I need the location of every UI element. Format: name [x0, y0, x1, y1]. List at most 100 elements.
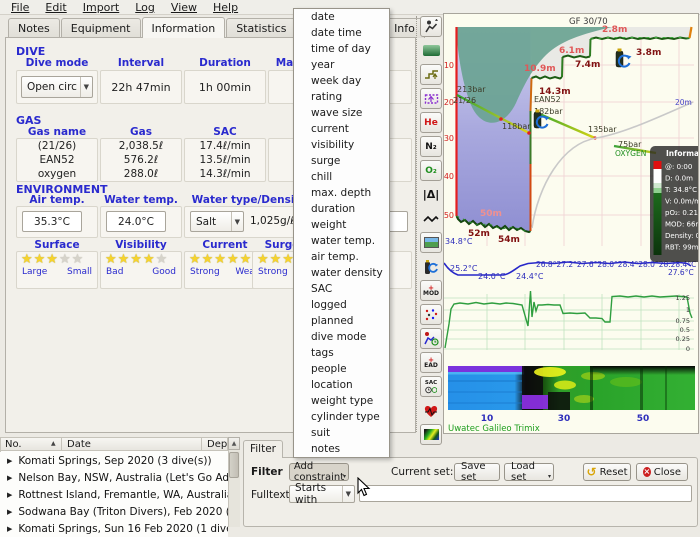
menu-item-weight-type[interactable]: weight type: [294, 393, 389, 409]
menu-help[interactable]: Help: [206, 1, 245, 14]
heart-rate-line-button[interactable]: [420, 208, 442, 229]
trip-row[interactable]: ▶Komati Springs, Sun 16 Feb 2020 (1 dive…: [0, 520, 228, 537]
menu-item-date-time[interactable]: date time: [294, 25, 389, 41]
surface-waves-rating[interactable]: ★★★★★ LargeSmall: [16, 251, 98, 289]
dive-profile-chart[interactable]: 10 20 30 40 50 GF 30/70 213bar 21/26 118…: [443, 13, 699, 434]
svg-text:25.2°C: 25.2°C: [450, 264, 478, 273]
dropdown-corner-icon: ▾: [343, 473, 346, 480]
svg-text:10.9m: 10.9m: [524, 64, 556, 74]
reset-button[interactable]: ↺ Reset: [583, 463, 631, 481]
scatter-dots-icon: [424, 308, 439, 321]
menu-log[interactable]: Log: [128, 1, 162, 14]
o2-icon: O₂: [425, 166, 437, 176]
dive-mode-select[interactable]: Open circ ▼: [21, 76, 93, 98]
photos-toggle-button[interactable]: [420, 232, 442, 253]
visibility-rating[interactable]: ★★★★★ BadGood: [100, 251, 182, 289]
info-tooltip[interactable]: Information @: 0:00 D: 0.0m T: 34.8°C V:…: [650, 146, 698, 262]
menu-import[interactable]: Import: [76, 1, 127, 14]
particles-toggle-button[interactable]: [420, 304, 442, 325]
gas-change-button[interactable]: [420, 256, 442, 277]
menu-item-water-density[interactable]: water density: [294, 265, 389, 281]
tab-information[interactable]: Information: [142, 17, 226, 38]
menu-item-rating[interactable]: rating: [294, 89, 389, 105]
scrollbar-up-button[interactable]: ▲: [228, 437, 240, 450]
menu-item-week-day[interactable]: week day: [294, 73, 389, 89]
trip-row[interactable]: ▶ Nelson Bay, NSW, Australia (Let's Go Ad…: [0, 469, 228, 486]
menu-item-notes[interactable]: notes: [294, 441, 389, 457]
menu-item-chill[interactable]: chill: [294, 169, 389, 185]
water-temp-field[interactable]: [106, 211, 166, 232]
menu-item-suit[interactable]: suit: [294, 425, 389, 441]
load-set-button[interactable]: Load set ▾: [504, 463, 554, 481]
column-no[interactable]: No.: [5, 439, 22, 450]
menu-edit[interactable]: Edit: [38, 1, 73, 14]
match-mode-select[interactable]: Starts with ▼: [289, 485, 355, 503]
panel-splitter[interactable]: [416, 16, 418, 432]
menu-item-wave-size[interactable]: wave size: [294, 105, 389, 121]
duration-value: 1h 00min: [184, 70, 266, 104]
menu-item-weight[interactable]: weight: [294, 217, 389, 233]
menu-item-people[interactable]: people: [294, 361, 389, 377]
menu-item-planned[interactable]: planned: [294, 313, 389, 329]
sort-asc-icon[interactable]: ▲: [51, 440, 56, 447]
add-constraint-button[interactable]: Add constraint ▾: [289, 463, 349, 481]
gas-consumed-2: 576.2ℓ: [124, 154, 158, 166]
column-depth[interactable]: Dep: [207, 439, 227, 450]
o2-graph-button[interactable]: O₂: [420, 160, 442, 181]
calc-ceiling-toggle-button[interactable]: [420, 40, 442, 61]
expand-caret-icon[interactable]: ▶: [7, 474, 12, 482]
menu-view[interactable]: View: [164, 1, 204, 14]
trip-row[interactable]: ▶Sodwana Bay (Triton Divers), Feb 2020 (…: [0, 503, 228, 520]
filter-tab[interactable]: Filter: [243, 440, 283, 458]
menu-item-surge[interactable]: surge: [294, 153, 389, 169]
menu-item-dive-mode[interactable]: dive mode: [294, 329, 389, 345]
menu-item-sac[interactable]: SAC: [294, 281, 389, 297]
menu-item-time-of-day[interactable]: time of day: [294, 41, 389, 57]
mean-depth-label: 20m: [675, 98, 692, 107]
gradient-factor-button[interactable]: |Δ|: [420, 184, 442, 205]
expand-caret-icon[interactable]: ▶: [7, 457, 12, 465]
trip-label: Nelson Bay, NSW, Australia (Let's Go Adv…: [18, 472, 228, 484]
tab-statistics[interactable]: Statistics: [226, 18, 296, 38]
sac-toggle-button[interactable]: SAC: [420, 376, 442, 397]
tab-equipment[interactable]: Equipment: [61, 18, 141, 38]
menu-item-air-temp[interactable]: air temp.: [294, 249, 389, 265]
water-type-select[interactable]: Salt ▼: [190, 211, 244, 232]
menu-item-tags[interactable]: tags: [294, 345, 389, 361]
trip-row[interactable]: ▶Rottnest Island, Fremantle, WA, Austral…: [0, 486, 228, 503]
heart-rate-button[interactable]: [420, 400, 442, 421]
svg-text:213bar: 213bar: [457, 85, 486, 94]
dc-ceiling-button[interactable]: [420, 88, 442, 109]
expand-caret-icon[interactable]: ▶: [7, 491, 12, 499]
scrollbar-thumb[interactable]: [229, 452, 239, 478]
trip-row[interactable]: ▶Komati Springs, Sep 2020 (3 dive(s)): [0, 452, 228, 469]
menu-item-max-depth[interactable]: max. depth: [294, 185, 389, 201]
column-date[interactable]: Date: [67, 439, 91, 450]
save-set-button[interactable]: Save set: [454, 463, 500, 481]
ceiling-steps-button[interactable]: [420, 64, 442, 85]
tab-notes[interactable]: Notes: [8, 18, 60, 38]
n2-graph-button[interactable]: N₂: [420, 136, 442, 157]
deco-info-button[interactable]: [420, 328, 442, 349]
menu-item-location[interactable]: location: [294, 377, 389, 393]
fulltext-search-input[interactable]: [359, 485, 692, 502]
menu-item-current[interactable]: current: [294, 121, 389, 137]
menu-item-date[interactable]: date: [294, 9, 389, 25]
menu-item-visibility[interactable]: visibility: [294, 137, 389, 153]
he-graph-button[interactable]: He: [420, 112, 442, 133]
menu-item-logged[interactable]: logged: [294, 297, 389, 313]
mod-toggle-button[interactable]: + MOD: [420, 280, 442, 301]
close-button[interactable]: × Close: [636, 463, 688, 481]
svg-text:2.8m: 2.8m: [602, 25, 627, 35]
expand-caret-icon[interactable]: ▶: [7, 508, 12, 516]
ead-toggle-button[interactable]: + EAD: [420, 352, 442, 373]
menu-file[interactable]: File: [4, 1, 36, 14]
menu-item-cylinder-type[interactable]: cylinder type: [294, 409, 389, 425]
menu-item-water-temp[interactable]: water temp.: [294, 233, 389, 249]
expand-caret-icon[interactable]: ▶: [7, 525, 12, 533]
menu-item-duration[interactable]: duration: [294, 201, 389, 217]
menu-item-year[interactable]: year: [294, 57, 389, 73]
air-temp-field[interactable]: [22, 211, 82, 232]
person-clock-icon: [423, 331, 439, 346]
dive-mode-toggle-button[interactable]: [420, 16, 442, 37]
